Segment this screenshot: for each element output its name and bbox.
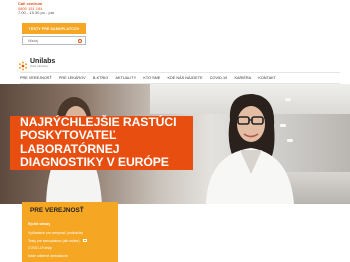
quick-link[interactable]: COVID-19 testy (28, 245, 87, 253)
quick-link[interactable]: Naše odberné ambulancie (28, 253, 87, 261)
headline-line-2: POSKYTOVATEĽ (20, 128, 117, 143)
callcentrum-info: Call centrum 0800 151 184 7.00 - 15.30 p… (18, 1, 54, 16)
panel-links: Vyhľadanie pre verejnosť (ordinácia) Tes… (28, 230, 87, 260)
callcentrum-hours: 7.00 - 15.30 po - pia (18, 10, 54, 16)
external-link-icon (83, 239, 87, 243)
quick-link-label: Vyhľadanie pre verejnosť (ordinácia) (28, 231, 83, 235)
public-quick-links-panel: PRE VEREJNOSŤ Rýchle odkazy Vyhľadanie p… (22, 202, 118, 262)
nav-item-about[interactable]: KTO SME (140, 76, 164, 80)
self-payer-tests-button[interactable]: TESTY PRE SAMOPLATCOV (22, 23, 86, 34)
nav-item-doctors[interactable]: PRE LEKÁROV (55, 76, 89, 80)
search-input[interactable]: Hľadaj (22, 36, 86, 45)
quick-link-label: Naše odberné ambulancie (28, 253, 68, 258)
headline-line-4: DIAGNOSTIKY V EURÓPE (20, 154, 169, 169)
main-navigation: PRE VEREJNOSŤ PRE LEKÁROV B-KTRIO AKTUAL… (20, 72, 340, 84)
nav-item-career[interactable]: KARIÉRA (231, 76, 255, 80)
quick-link[interactable]: Testy pre samoplatcov (lab online) (28, 238, 87, 246)
logo-tagline: Swiss Laboratory (30, 65, 49, 68)
hero-headline: NAJRÝCHLEJŠIE RASTÚCI POSKYTOVATEĽ LABOR… (10, 115, 193, 170)
top-utility-bar: Call centrum 0800 151 184 7.00 - 15.30 p… (0, 0, 350, 56)
quick-link-label: COVID-19 testy (28, 246, 52, 251)
unilabs-logo[interactable]: Unilabs Swiss Laboratory (18, 57, 56, 71)
lab-worker-right-image (206, 94, 294, 204)
headline-line-1: NAJRÝCHLEJŠIE RASTÚCI (20, 115, 177, 129)
nav-item-covid[interactable]: COVID-19 (206, 76, 231, 80)
logo-name: Unilabs (30, 58, 56, 65)
search-placeholder: Hľadaj (28, 38, 38, 43)
headline-line-3: LABORATÓRNEJ (20, 141, 120, 156)
panel-title: PRE VEREJNOSŤ (30, 207, 84, 214)
panel-subtitle: Rýchle odkazy (28, 222, 51, 226)
nav-item-locations[interactable]: KDE NÁS NÁJDETE (164, 76, 206, 80)
quick-link-label: Testy pre samoplatcov (lab online) (28, 238, 80, 243)
nav-item-contact[interactable]: KONTAKT (255, 76, 280, 80)
nav-item-news[interactable]: AKTUALITY (112, 76, 140, 80)
nav-item-bktrio[interactable]: B-KTRIO (89, 76, 112, 80)
search-icon[interactable] (78, 39, 82, 43)
nav-item-public[interactable]: PRE VEREJNOSŤ (20, 76, 55, 80)
quick-link[interactable]: Vyhľadanie pre verejnosť (ordinácia) (28, 230, 87, 238)
logo-mark-icon (18, 58, 28, 71)
